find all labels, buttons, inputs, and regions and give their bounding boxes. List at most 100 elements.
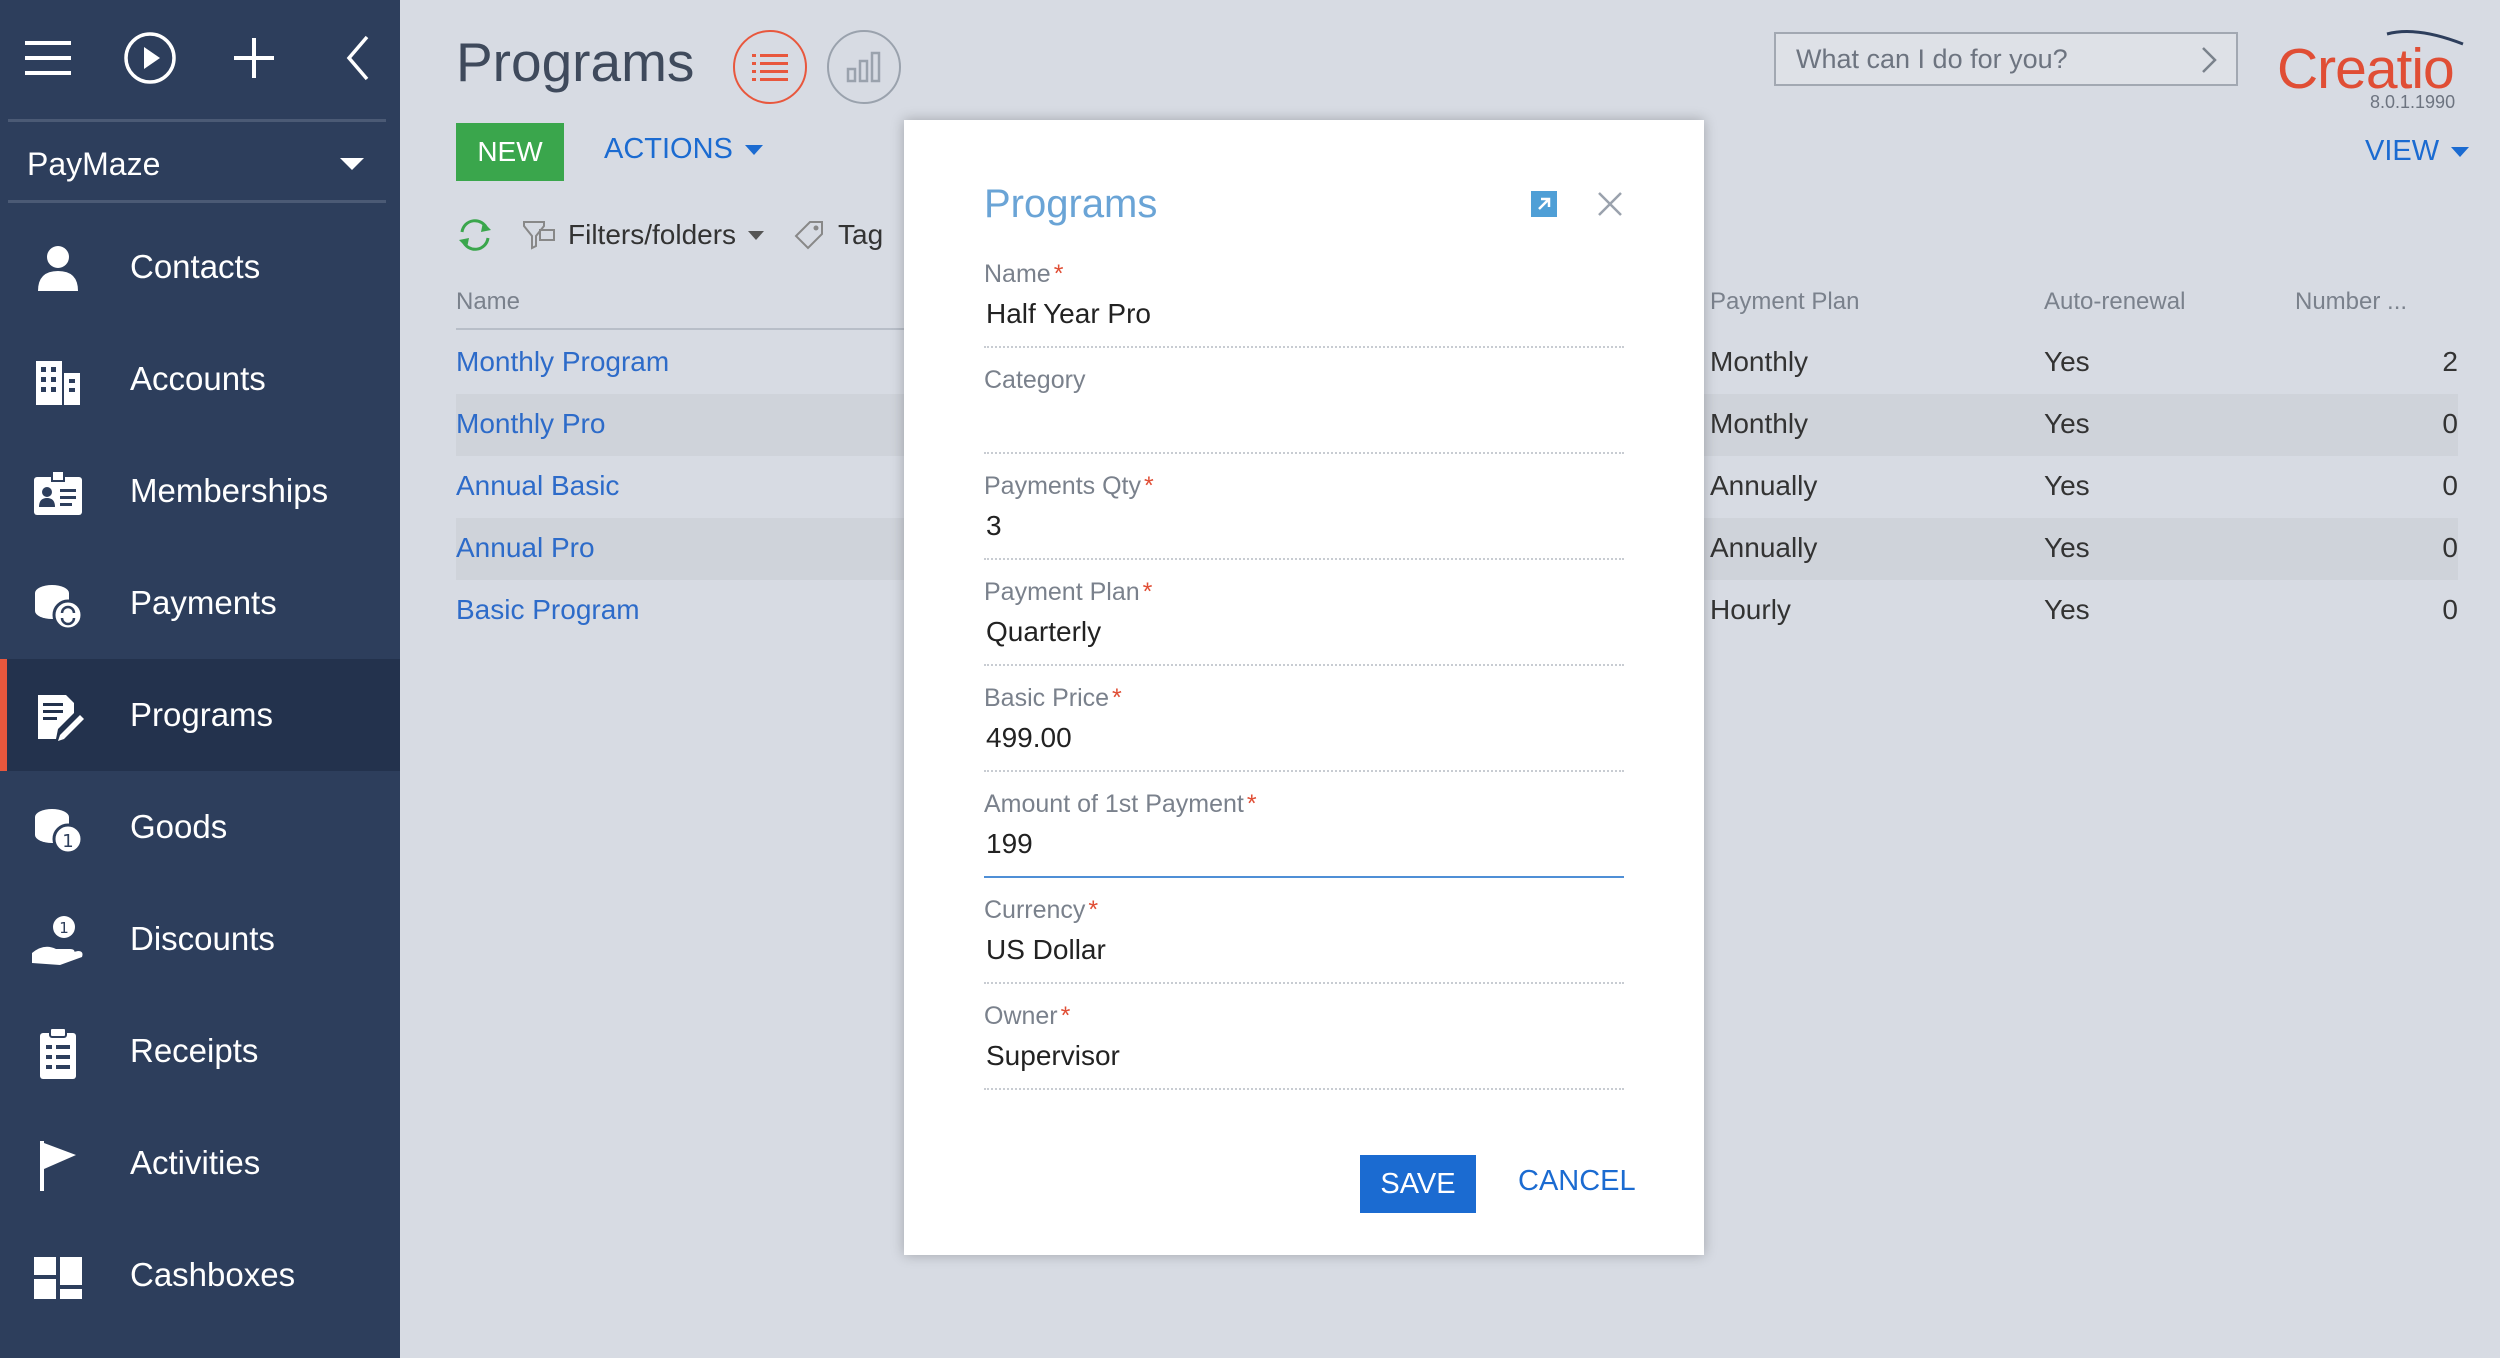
tag-icon — [794, 221, 824, 250]
column-header-number[interactable]: Number ... — [2295, 288, 2407, 316]
collapse-chevron-icon[interactable] — [330, 30, 386, 86]
refresh-button[interactable] — [456, 218, 494, 252]
logo-swoosh-icon — [2386, 30, 2464, 46]
open-in-page-icon[interactable] — [1530, 190, 1558, 218]
auto-renewal-cell: Yes — [2044, 346, 2090, 377]
number-cell: 0 — [2442, 470, 2458, 501]
building-icon — [36, 361, 80, 405]
view-button[interactable]: VIEW — [2365, 135, 2470, 168]
cancel-button[interactable]: CANCEL — [1518, 1165, 1636, 1198]
command-search-input[interactable]: What can I do for you? — [1774, 32, 2238, 86]
new-button[interactable]: NEW — [456, 123, 564, 181]
number-cell: 0 — [2442, 408, 2458, 439]
close-icon[interactable] — [1596, 190, 1624, 218]
sidebar-item-label: Accounts — [130, 360, 266, 397]
sidebar-item-accounts[interactable]: Accounts — [0, 323, 400, 435]
sidebar-item-receipts[interactable]: Receipts — [0, 995, 400, 1107]
play-icon[interactable] — [122, 30, 178, 86]
field-label: Owner * — [984, 1002, 1071, 1030]
column-header-auto-renewal[interactable]: Auto-renewal — [2044, 288, 2185, 316]
auto-renewal-cell: Yes — [2044, 594, 2090, 625]
auto-renewal-cell: Yes — [2044, 470, 2090, 501]
caret-down-icon — [748, 230, 765, 240]
sidebar-item-discounts[interactable]: 1 Discounts — [0, 883, 400, 995]
edit-document-icon — [38, 695, 84, 741]
field-value[interactable]: Quarterly — [986, 616, 1101, 648]
owner-field[interactable]: Owner * Supervisor — [984, 1002, 1624, 1102]
field-underline — [984, 558, 1624, 560]
auto-renewal-cell: Yes — [2044, 408, 2090, 439]
sidebar-toolbar — [0, 0, 400, 115]
coins-icon — [35, 585, 84, 631]
field-value[interactable]: Supervisor — [986, 1040, 1120, 1072]
sidebar-divider — [8, 119, 386, 122]
tag-label: Tag — [838, 219, 884, 250]
field-label: Basic Price * — [984, 684, 1122, 712]
sidebar-item-label: Memberships — [130, 472, 329, 509]
sidebar-item-goods[interactable]: 1 Goods — [0, 771, 400, 883]
save-button[interactable]: SAVE — [1360, 1155, 1476, 1213]
field-label: Name * — [984, 260, 1064, 288]
field-value[interactable]: 499.00 — [986, 722, 1072, 754]
field-value[interactable]: Half Year Pro — [986, 298, 1151, 330]
programs-edit-dialog: Programs Name * Half Year Pro Category Pa… — [904, 120, 1704, 1255]
field-underline — [984, 664, 1624, 666]
svg-text:1: 1 — [59, 919, 69, 937]
field-value[interactable]: 3 — [986, 510, 1002, 542]
program-name-link[interactable]: Basic Program — [456, 594, 640, 626]
sidebar-item-memberships[interactable]: Memberships — [0, 435, 400, 547]
currency-field[interactable]: Currency * US Dollar — [984, 896, 1624, 996]
analytics-view-toggle[interactable] — [827, 30, 901, 104]
hand-coin-icon: 1 — [32, 916, 83, 965]
chevron-right-icon[interactable] — [2200, 46, 2218, 74]
plus-icon[interactable] — [226, 30, 282, 86]
program-name-link[interactable]: Annual Pro — [456, 532, 595, 564]
field-label: Currency * — [984, 896, 1099, 924]
auto-renewal-cell: Yes — [2044, 532, 2090, 563]
field-underline — [984, 982, 1624, 984]
sidebar-item-label: Payments — [130, 584, 277, 621]
field-underline — [984, 770, 1624, 772]
category-field[interactable]: Category — [984, 366, 1624, 466]
id-card-icon — [34, 470, 82, 515]
program-name-link[interactable]: Monthly Pro — [456, 408, 605, 440]
dialog-title: Programs — [984, 182, 1158, 226]
sidebar-item-label: Receipts — [130, 1032, 259, 1069]
first-payment-amount-field[interactable]: Amount of 1st Payment * 199 — [984, 790, 1624, 890]
basic-price-field[interactable]: Basic Price * 499.00 — [984, 684, 1624, 784]
field-underline — [984, 346, 1624, 348]
payment-plan-field[interactable]: Payment Plan * Quarterly — [984, 578, 1624, 678]
coins-one-icon: 1 — [35, 809, 84, 855]
filters-folders-button[interactable]: Filters/folders — [522, 218, 765, 252]
sidebar-item-activities[interactable]: Activities — [0, 1107, 400, 1219]
list-view-toggle[interactable] — [733, 30, 807, 104]
list-icon — [752, 54, 788, 81]
menu-icon[interactable] — [20, 30, 76, 86]
dashboard-icon — [34, 1257, 82, 1299]
actions-button[interactable]: ACTIONS — [604, 133, 763, 166]
field-underline — [984, 876, 1624, 878]
column-header-name[interactable]: Name — [456, 288, 520, 316]
payments-qty-field[interactable]: Payments Qty * 3 — [984, 472, 1624, 572]
payment-plan-cell: Annually — [1710, 470, 1818, 501]
column-header-payment-plan[interactable]: Payment Plan — [1710, 288, 1859, 316]
bar-chart-icon — [846, 51, 881, 83]
number-cell: 0 — [2442, 532, 2458, 563]
sidebar-item-label: Contacts — [130, 248, 261, 285]
sidebar-item-cashboxes[interactable]: Cashboxes — [0, 1219, 400, 1331]
name-field[interactable]: Name * Half Year Pro — [984, 260, 1624, 360]
sidebar-item-contacts[interactable]: Contacts — [0, 211, 400, 323]
program-name-link[interactable]: Monthly Program — [456, 346, 669, 378]
field-value[interactable]: 199 — [986, 828, 1033, 860]
filter-folder-icon — [523, 221, 555, 250]
workspace-selector[interactable]: PayMaze — [0, 126, 400, 202]
tag-button[interactable]: Tag — [792, 218, 883, 252]
sidebar-item-payments[interactable]: Payments — [0, 547, 400, 659]
actions-label: ACTIONS — [604, 133, 733, 165]
field-value[interactable]: US Dollar — [986, 934, 1106, 966]
program-name-link[interactable]: Annual Basic — [456, 470, 619, 502]
sidebar-item-label: Programs — [130, 696, 274, 733]
sidebar-nav: Contacts Accounts Memberships Payments P… — [0, 211, 400, 1331]
field-underline — [984, 1088, 1624, 1090]
sidebar-item-programs[interactable]: Programs — [0, 659, 400, 771]
